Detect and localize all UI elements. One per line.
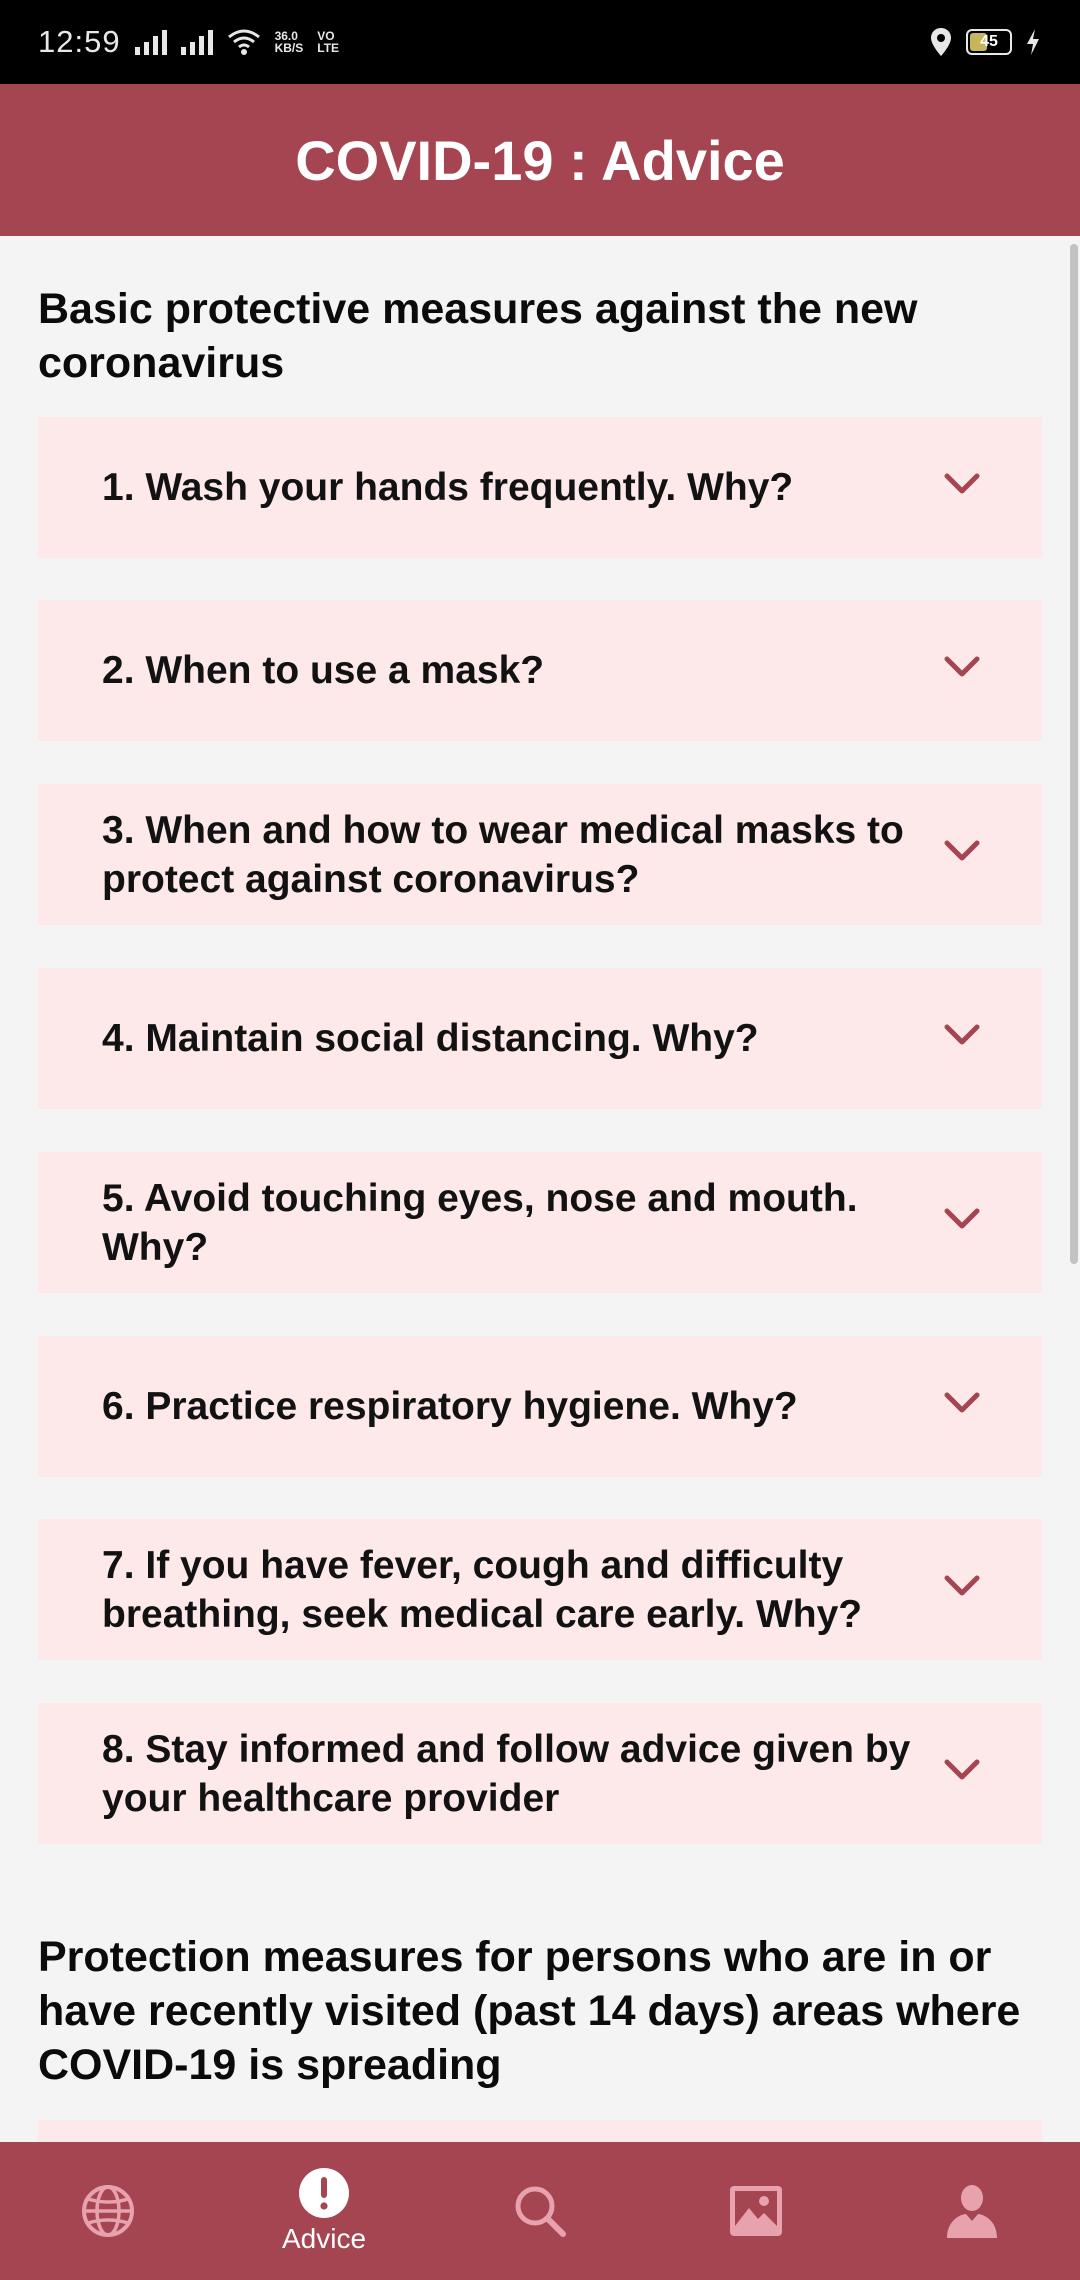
accordion-item-label: 2. When to use a mask? [102, 649, 545, 692]
network-speed-unit: KB/S [274, 41, 304, 55]
accordion-item-7[interactable]: 7. If you have fever, cough and difficul… [38, 1519, 1042, 1660]
accordion-item-4[interactable]: 4. Maintain social distancing. Why? [38, 968, 1042, 1109]
chevron-down-icon [944, 656, 980, 676]
charging-icon [1027, 29, 1039, 55]
chevron-down-icon [944, 473, 980, 493]
chevron-down-icon [944, 840, 980, 860]
accordion-item-label: 6. Practice respiratory hygiene. Why? [102, 1385, 798, 1428]
accordion-item-6[interactable]: 6. Practice respiratory hygiene. Why? [38, 1336, 1042, 1477]
chevron-down-icon [944, 1759, 980, 1779]
globe-icon [82, 2185, 134, 2237]
signal-icon [134, 29, 167, 55]
accordion-item-8[interactable]: 8. Stay informed and follow advice given… [38, 1703, 1042, 1844]
nav-label-advice: Advice [281, 2223, 367, 2254]
chevron-down-icon [944, 1024, 980, 1044]
nav-item-gallery[interactable] [648, 2142, 864, 2280]
app-bar: COVID-19 : Advice [0, 84, 1080, 236]
accordion-item-label: 8. Stay informed and follow advice given… [102, 1727, 911, 1820]
nav-item-search[interactable] [432, 2142, 648, 2280]
nav-item-profile[interactable] [864, 2142, 1080, 2280]
status-right: 45 [930, 27, 1040, 57]
wifi-icon [227, 29, 260, 55]
advice-content[interactable]: Basic protective measures against the ne… [0, 236, 1080, 2142]
accordion-item-3[interactable]: 3. When and how to wear medical masks to… [38, 784, 1042, 925]
location-icon [931, 28, 951, 56]
status-left: 12:59 36.0 KB/S VO LTE [38, 24, 339, 60]
page-title: COVID-19 : Advice [295, 128, 785, 192]
accordion-item-1[interactable]: 1. Wash your hands frequently. Why? [38, 417, 1042, 558]
signal-icon [180, 29, 213, 55]
volte-bottom: LTE [317, 41, 340, 55]
status-time: 12:59 [38, 24, 121, 59]
nav-item-advice[interactable]: Advice [216, 2142, 432, 2280]
volte-indicator: VO LTE [317, 30, 339, 54]
accordion-item-2[interactable]: 2. When to use a mask? [38, 600, 1042, 741]
accordion-item-label: 1. Wash your hands frequently. Why? [102, 466, 794, 509]
section-title-basic-measures: Basic protective measures against the ne… [38, 285, 918, 387]
search-icon [515, 2186, 566, 2237]
section-title-travel-measures: Protection measures for persons who are … [38, 1933, 1021, 2089]
bottom-navigation: Advice [0, 2142, 1080, 2280]
person-icon [947, 2185, 997, 2238]
battery-icon: 45 [966, 29, 1012, 55]
scrollbar[interactable] [1070, 244, 1078, 1264]
chevron-down-icon [944, 1575, 980, 1595]
accordion-item-5[interactable]: 5. Avoid touching eyes, nose and mouth. … [38, 1152, 1042, 1293]
accordion-item-label: 7. If you have fever, cough and difficul… [102, 1543, 863, 1636]
nav-item-globe[interactable] [0, 2142, 216, 2280]
accordion-item-label: 4. Maintain social distancing. Why? [102, 1017, 759, 1060]
alert-icon [299, 2168, 349, 2218]
chevron-down-icon [944, 1208, 980, 1228]
image-icon [730, 2186, 782, 2236]
status-bar: 12:59 36.0 KB/S VO LTE 45 [0, 0, 1080, 84]
accordion-item-label: 3. When and how to wear medical masks to… [102, 808, 904, 901]
accordion-item-label: 5. Avoid touching eyes, nose and mouth. … [102, 1176, 858, 1269]
chevron-down-icon [944, 1392, 980, 1412]
network-speed: 36.0 KB/S [275, 30, 304, 54]
battery-level: 45 [980, 33, 998, 50]
accordion-item-partial[interactable] [38, 2120, 1042, 2142]
